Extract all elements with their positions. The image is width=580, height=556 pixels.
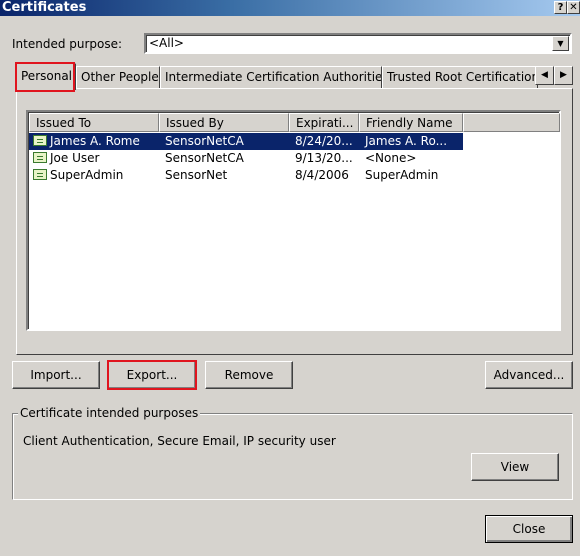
advanced-button[interactable]: Advanced... [485,361,573,389]
expiration: 9/13/20... [295,151,353,165]
help-button[interactable]: ? [554,1,567,14]
intended-purposes-text: Client Authentication, Secure Email, IP … [23,434,336,448]
view-button[interactable]: View [471,453,559,481]
table-row[interactable]: James A. Rome SensorNetCA 8/24/20... Jam… [29,133,463,150]
issued-to: SuperAdmin [50,168,124,182]
list-header: Issued To Issued By Expirati... Friendly… [29,113,560,132]
dropdown-arrow-icon[interactable]: ▼ [552,36,569,51]
tab-scroll-left-icon[interactable]: ◀ [535,66,554,85]
intended-purpose-value: <All> [149,36,184,50]
tab-personal[interactable]: Personal [16,63,76,90]
table-row[interactable]: SuperAdmin SensorNet 8/4/2006 SuperAdmin [29,167,463,184]
intended-purpose-label: Intended purpose: [12,37,123,51]
column-issued-to[interactable]: Issued To [29,113,159,132]
certificate-list[interactable]: Issued To Issued By Expirati... Friendly… [26,110,561,331]
column-filler [463,113,560,132]
expiration: 8/4/2006 [295,168,349,182]
issued-by: SensorNet [165,168,228,182]
certificate-icon [33,135,47,146]
certificate-icon [33,169,47,180]
expiration: 8/24/20... [289,133,359,150]
window-title: Certificates [2,0,87,15]
column-expiration[interactable]: Expirati... [289,113,359,132]
issued-by: SensorNetCA [165,151,244,165]
title-bar: Certificates ? ✕ [0,0,580,16]
intended-purpose-select[interactable]: <All> ▼ [144,33,572,54]
tab-other-people[interactable]: Other People [76,66,160,88]
friendly-name: James A. Ro... [359,133,463,150]
friendly-name: <None> [365,151,417,165]
close-window-button[interactable]: ✕ [567,1,580,14]
remove-button[interactable]: Remove [205,361,293,389]
friendly-name: SuperAdmin [365,168,439,182]
tab-intermediate-ca[interactable]: Intermediate Certification Authorities [160,66,382,88]
tab-scroll-right-icon[interactable]: ▶ [554,66,573,85]
issued-to: Joe User [50,151,100,165]
table-row[interactable]: Joe User SensorNetCA 9/13/20... <None> [29,150,463,167]
certificate-icon [33,152,47,163]
column-issued-by[interactable]: Issued By [159,113,289,132]
issued-by: SensorNetCA [159,133,289,150]
column-friendly-name[interactable]: Friendly Name [359,113,463,132]
issued-to: James A. Rome [50,134,140,148]
close-button[interactable]: Close [485,515,573,543]
intended-purposes-title: Certificate intended purposes [18,406,201,420]
export-button[interactable]: Export... [108,361,196,389]
import-button[interactable]: Import... [12,361,100,389]
tab-trusted-root-ca[interactable]: Trusted Root Certification Authorities [382,66,538,88]
